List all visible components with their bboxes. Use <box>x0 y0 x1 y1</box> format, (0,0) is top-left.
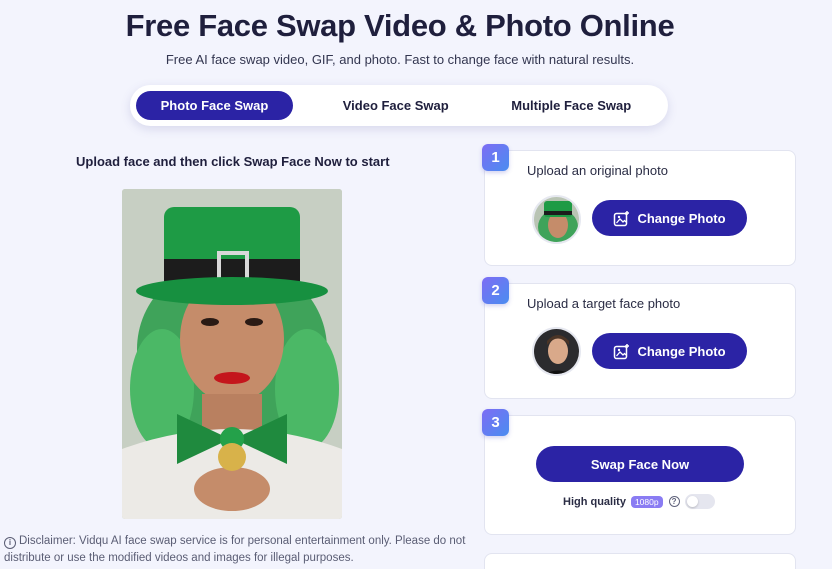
page-subtitle: Free AI face swap video, GIF, and photo.… <box>165 52 635 67</box>
preview-illustration <box>122 189 342 519</box>
tab-video-face-swap[interactable]: Video Face Swap <box>311 91 481 120</box>
step-2-label: Upload a target face photo <box>527 296 681 311</box>
tab-photo-face-swap[interactable]: Photo Face Swap <box>136 91 293 120</box>
swap-face-now-button[interactable]: Swap Face Now <box>536 446 744 482</box>
toggle-knob <box>686 496 698 507</box>
change-photo-label: Change Photo <box>637 343 726 359</box>
step-4-card <box>484 553 796 569</box>
high-quality-toggle[interactable] <box>684 494 715 509</box>
step-1-label: Upload an original photo <box>527 163 668 178</box>
tab-multiple-face-swap[interactable]: Multiple Face Swap <box>486 91 656 120</box>
preview-image <box>122 189 342 519</box>
change-photo-label: Change Photo <box>637 210 726 226</box>
info-icon: i <box>4 537 16 549</box>
original-photo-thumbnail <box>532 195 581 244</box>
step-1-badge: 1 <box>482 144 509 171</box>
disclaimer: i Disclaimer: Vidqu AI face swap service … <box>4 533 474 567</box>
step-2-badge: 2 <box>482 277 509 304</box>
upload-instructions: Upload face and then click Swap Face Now… <box>76 154 390 169</box>
step-1-card: 1 Upload an original photo Change Photo <box>482 144 796 266</box>
mode-tabs: Photo Face Swap Video Face Swap Multiple… <box>130 85 668 126</box>
quality-row: High quality 1080p ? <box>563 494 715 509</box>
help-icon[interactable]: ? <box>668 496 680 507</box>
change-target-photo-button[interactable]: Change Photo <box>592 333 747 369</box>
high-quality-label: High quality <box>563 495 626 508</box>
step-3-card: 3 Swap Face Now High quality 1080p ? <box>482 409 796 535</box>
disclaimer-text: Disclaimer: Vidqu AI face swap service i… <box>4 535 466 564</box>
page-title: Free Face Swap Video & Photo Online <box>125 8 675 43</box>
step-3-badge: 3 <box>482 409 509 436</box>
image-upload-icon <box>614 343 630 359</box>
image-upload-icon <box>614 210 630 226</box>
resolution-badge: 1080p <box>630 495 663 508</box>
step-2-card: 2 Upload a target face photo Change Phot… <box>482 277 796 399</box>
target-face-thumbnail <box>532 327 581 376</box>
change-original-photo-button[interactable]: Change Photo <box>592 200 747 236</box>
